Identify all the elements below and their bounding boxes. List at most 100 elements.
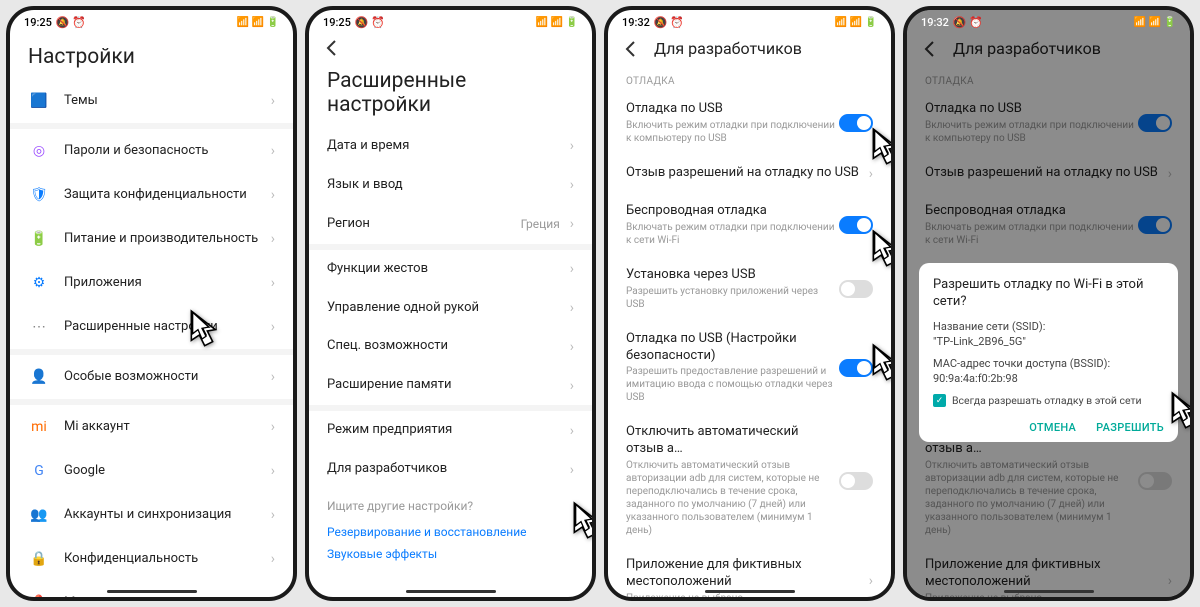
row-label: Защита конфиденциальности [64,187,271,204]
row-icon: 🛡 [28,184,50,206]
cancel-button[interactable]: ОТМЕНА [1029,421,1076,434]
row-value: Греция [521,217,560,231]
settings-row[interactable]: Язык и ввод › [309,166,592,205]
home-indicator[interactable] [107,590,197,593]
row-icon: 📍 [28,592,50,597]
chevron-right-icon: › [271,187,275,203]
row-label: Регион [327,216,521,233]
row-icon: 🔋 [28,228,50,250]
row-label: Установка через USB [626,267,839,284]
settings-row[interactable]: Функции жестов › [309,250,592,289]
dialog-title: Разрешить отладку по Wi-Fi в этой сети? [933,277,1164,311]
phone-developer-options-dialog: 19:32 🔕 ⏰ 📶 📶 🔋 Для разработчиков ОТЛАДК… [903,6,1194,601]
settings-row[interactable]: Управление одной рукой › [309,289,592,328]
settings-row[interactable]: ⋯ Расширенные настройки › [10,305,293,349]
chevron-right-icon: › [869,166,873,182]
row-subtitle: Разрешить установку приложений через USB [626,285,839,311]
row-label: Отладка по USB [626,101,839,118]
status-bar: 19:25 🔕 ⏰ 📶 📶 🔋 [309,10,592,31]
toggle-switch[interactable] [839,472,873,490]
row-icon: ◎ [28,140,50,162]
toggle-switch[interactable] [839,114,873,132]
settings-row[interactable]: Режим предприятия › [309,411,592,450]
advanced-list: Дата и время ›Язык и ввод ›Регион Греция… [309,127,592,597]
row-icon: ⋯ [28,316,50,338]
row-subtitle: Разрешить предоставление разрешений и им… [626,365,839,404]
chevron-right-icon: › [271,319,275,335]
settings-row[interactable]: G Google › [10,449,293,493]
row-label: Язык и ввод [327,177,570,194]
toggle-switch[interactable] [839,359,873,377]
row-subtitle: Включать режим отладки при подключении к… [626,221,839,247]
row-icon: mi [28,416,50,438]
settings-row[interactable]: ◎ Пароли и безопасность › [10,129,293,173]
settings-row[interactable]: 📍 Местоположение › [10,581,293,597]
settings-row[interactable]: 👥 Аккаунты и синхронизация › [10,493,293,537]
dev-row[interactable]: Отключить автоматический отзыв а… Отключ… [608,414,891,547]
settings-row[interactable]: Спец. возможности › [309,327,592,366]
chevron-right-icon: › [570,423,574,439]
row-icon: 🔒 [28,548,50,570]
row-icon: 🟦 [28,90,50,112]
status-time: 19:32 [921,16,949,29]
toggle-switch[interactable] [839,216,873,234]
settings-row[interactable]: 🔋 Питание и производительность › [10,217,293,261]
settings-row[interactable]: Расширение памяти › [309,366,592,405]
row-subtitle: Отключить автоматический отзыв авторизац… [626,459,839,537]
status-time: 19:25 [24,16,52,29]
row-icon: 👥 [28,504,50,526]
status-bar: 19:32 🔕 ⏰ 📶 📶 🔋 [608,10,891,31]
search-hint: Ищите другие настройки? Резервирование и… [309,489,592,575]
row-label: Спец. возможности [327,338,570,355]
row-label: Mi аккаунт [64,419,271,436]
settings-row[interactable]: Регион Греция › [309,205,592,244]
chevron-right-icon: › [271,595,275,597]
settings-row[interactable]: 🛡 Защита конфиденциальности › [10,173,293,217]
row-label: Приложение для фиктивных местоположений [626,557,869,591]
row-label: Расширенные настройки [64,319,271,336]
hint-link[interactable]: Звуковые эффекты [327,543,574,565]
row-icon: G [28,460,50,482]
settings-list: 🟦 Темы ›◎ Пароли и безопасность ›🛡 Защит… [10,79,293,597]
row-label: Аккаунты и синхронизация [64,507,271,524]
dialog-always-allow[interactable]: ✓ Всегда разрешать отладку в этой сети [933,394,1164,407]
page-title: Расширенные настройки [309,65,592,127]
dev-row[interactable]: Отладка по USB (Настройки безопасности) … [608,321,891,415]
row-label: Особые возможности [64,369,271,386]
chevron-right-icon: › [271,93,275,109]
dev-row[interactable]: Беспроводная отладка Включать режим отла… [608,193,891,257]
settings-row[interactable]: ⚙ Приложения › [10,261,293,305]
settings-row[interactable]: 🔒 Конфиденциальность › [10,537,293,581]
settings-row[interactable]: Дата и время › [309,127,592,166]
chevron-right-icon: › [271,419,275,435]
settings-row[interactable]: mi Mi аккаунт › [10,405,293,449]
dev-list: Отладка по USB Включить режим отладки пр… [608,91,891,597]
dev-row[interactable]: Установка через USB Разрешить установку … [608,257,891,321]
row-label: Питание и производительность [64,231,271,248]
chevron-right-icon: › [570,300,574,316]
row-label: Беспроводная отладка [626,203,839,220]
settings-row[interactable]: 👤 Особые возможности › [10,355,293,399]
row-label: Для разработчиков [327,461,570,478]
back-button[interactable] [622,40,640,58]
row-label: Приложения [64,275,271,292]
home-indicator[interactable] [705,590,795,593]
chevron-right-icon: › [570,138,574,154]
row-label: Отключить автоматический отзыв а… [626,424,839,458]
dev-row[interactable]: Отзыв разрешений на отладку по USB › [608,155,891,193]
checkbox-icon[interactable]: ✓ [933,394,946,407]
back-button[interactable] [323,39,341,57]
settings-row[interactable]: 🟦 Темы › [10,79,293,123]
row-icon: ⚙ [28,272,50,294]
allow-button[interactable]: РАЗРЕШИТЬ [1096,421,1164,434]
hint-link[interactable]: Резервирование и восстановление [327,521,574,543]
chevron-right-icon: › [570,462,574,478]
home-indicator[interactable] [406,590,496,593]
toggle-switch[interactable] [839,280,873,298]
settings-row[interactable]: Для разработчиков › [309,450,592,489]
row-label: Отзыв разрешений на отладку по USB [626,165,869,182]
status-time: 19:32 [622,16,650,29]
wifi-debug-dialog: Разрешить отладку по Wi-Fi в этой сети? … [919,263,1178,442]
home-indicator[interactable] [1004,590,1094,593]
dev-row[interactable]: Отладка по USB Включить режим отладки пр… [608,91,891,155]
